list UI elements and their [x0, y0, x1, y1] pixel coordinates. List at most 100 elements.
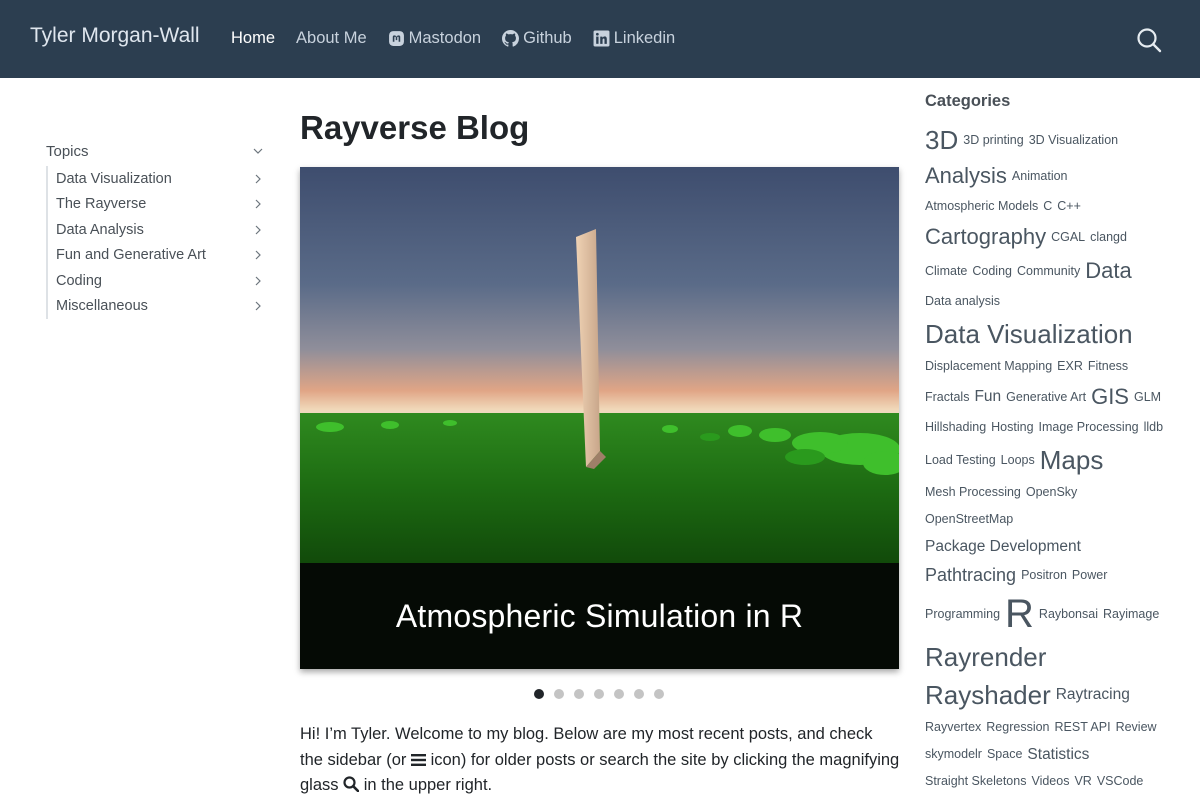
nav-link-linkedin[interactable]: Linkedin	[593, 29, 675, 48]
main-content: Rayverse Blog Atmospheric Simulation in …	[300, 80, 900, 794]
carousel-indicator-6[interactable]	[634, 689, 644, 699]
category-tag-package-development[interactable]: Package Development	[925, 539, 1081, 555]
category-tag-image-processing[interactable]: Image Processing	[1039, 421, 1139, 434]
category-tag-raybonsai[interactable]: Raybonsai	[1039, 608, 1098, 621]
category-tag-data-analysis[interactable]: Data analysis	[925, 295, 1000, 308]
carousel-indicator-7[interactable]	[654, 689, 664, 699]
category-tag-gis[interactable]: GIS	[1091, 386, 1129, 408]
sidebar-item-coding[interactable]: Coding	[56, 268, 264, 294]
category-tag-programming[interactable]: Programming	[925, 608, 1000, 621]
category-tag-c[interactable]: C	[1043, 200, 1052, 213]
category-tag-openstreetmap[interactable]: OpenStreetMap	[925, 513, 1013, 526]
category-tag-fractals[interactable]: Fractals	[925, 391, 969, 404]
carousel-indicator-3[interactable]	[574, 689, 584, 699]
category-tag-power[interactable]: Power	[1072, 569, 1107, 582]
category-tag-raytracing[interactable]: Raytracing	[1056, 687, 1130, 703]
category-tag-community[interactable]: Community	[1017, 265, 1080, 278]
category-tag-fun[interactable]: Fun	[974, 389, 1001, 405]
sidebar-item-data-analysis[interactable]: Data Analysis	[56, 217, 264, 243]
carousel-slide-image[interactable]	[300, 167, 899, 563]
category-tag-statistics[interactable]: Statistics	[1027, 747, 1089, 763]
sidebar-item-label: Miscellaneous	[56, 298, 148, 315]
sidebar-item-data-visualization[interactable]: Data Visualization	[56, 166, 264, 192]
category-tag-animation[interactable]: Animation	[1012, 170, 1068, 183]
category-tag-rayrender[interactable]: Rayrender	[925, 644, 1046, 670]
category-tag-lldb[interactable]: lldb	[1144, 421, 1163, 434]
category-tag-3d[interactable]: 3D	[925, 127, 958, 153]
category-tag-vr[interactable]: VR	[1074, 775, 1091, 788]
category-tag-vscode[interactable]: VSCode	[1097, 775, 1144, 788]
category-line: Load Testing Loops Maps	[925, 441, 1180, 479]
category-tag-pathtracing[interactable]: Pathtracing	[925, 566, 1016, 584]
featured-carousel[interactable]: Atmospheric Simulation in R	[300, 167, 899, 669]
category-tag-fitness[interactable]: Fitness	[1088, 360, 1128, 373]
category-tag-videos[interactable]: Videos	[1031, 775, 1069, 788]
category-tag-c-[interactable]: C++	[1057, 200, 1081, 213]
category-tag-maps[interactable]: Maps	[1040, 447, 1104, 473]
category-tag-r[interactable]: R	[1005, 594, 1034, 634]
sidebar-item-miscellaneous[interactable]: Miscellaneous	[56, 294, 264, 320]
intro-paragraph: Hi! I’m Tyler. Welcome to my blog. Below…	[300, 722, 900, 799]
category-tag-exr[interactable]: EXR	[1057, 360, 1083, 373]
category-tag-rayvertex[interactable]: Rayvertex	[925, 721, 981, 734]
category-line: Package Development	[925, 533, 1180, 560]
category-tag-opensky[interactable]: OpenSky	[1026, 486, 1077, 499]
sidebar-item-fun-and-generative-art[interactable]: Fun and Generative Art	[56, 243, 264, 269]
category-tag-load-testing[interactable]: Load Testing	[925, 454, 996, 467]
topics-toggle[interactable]: Topics	[46, 140, 264, 162]
category-line: Cartography CGAL clangd	[925, 220, 1180, 254]
topics-label: Topics	[46, 142, 89, 160]
nav-link-github[interactable]: Github	[502, 29, 572, 48]
search-icon[interactable]	[1136, 27, 1162, 53]
category-tag-regression[interactable]: Regression	[986, 721, 1049, 734]
chevron-right-icon	[255, 276, 261, 286]
carousel-indicators	[534, 689, 674, 699]
category-line: Displacement Mapping EXR Fitness	[925, 353, 1180, 380]
category-tag-review[interactable]: Review	[1116, 721, 1157, 734]
category-tag-atmospheric-models[interactable]: Atmospheric Models	[925, 200, 1038, 213]
category-tag-glm[interactable]: GLM	[1134, 391, 1161, 404]
category-tag-3d-printing[interactable]: 3D printing	[963, 134, 1023, 147]
carousel-indicator-1[interactable]	[534, 689, 544, 699]
nav-links: Home About Me Mastodon Github Linkedin	[231, 29, 696, 48]
carousel-indicator-5[interactable]	[614, 689, 624, 699]
category-tag-coding[interactable]: Coding	[972, 265, 1012, 278]
category-tag-analysis[interactable]: Analysis	[925, 165, 1007, 187]
category-tag-data-visualization[interactable]: Data Visualization	[925, 321, 1133, 347]
nav-link-home[interactable]: Home	[231, 29, 275, 48]
category-tag-mesh-processing[interactable]: Mesh Processing	[925, 486, 1021, 499]
carousel-indicator-4[interactable]	[594, 689, 604, 699]
category-line: Mesh Processing OpenSky	[925, 479, 1180, 506]
category-line: Data analysis	[925, 288, 1180, 315]
category-tag-cartography[interactable]: Cartography	[925, 226, 1046, 248]
category-tag-positron[interactable]: Positron	[1021, 569, 1067, 582]
category-tag-climate[interactable]: Climate	[925, 265, 967, 278]
category-tag-generative-art[interactable]: Generative Art	[1006, 391, 1086, 404]
category-line: Climate Coding Community Data	[925, 254, 1180, 288]
category-tag-straight-skeletons[interactable]: Straight Skeletons	[925, 775, 1026, 788]
category-tag-loops[interactable]: Loops	[1001, 454, 1035, 467]
intro-text: in the upper right.	[359, 776, 493, 794]
site-brand[interactable]: Tyler Morgan-Wall	[30, 24, 200, 48]
category-tag-displacement-mapping[interactable]: Displacement Mapping	[925, 360, 1052, 373]
carousel-indicator-2[interactable]	[554, 689, 564, 699]
category-tag-rayimage[interactable]: Rayimage	[1103, 608, 1159, 621]
category-tag-3d-visualization[interactable]: 3D Visualization	[1029, 134, 1118, 147]
category-tag-clangd[interactable]: clangd	[1090, 231, 1127, 244]
nav-link-mastodon[interactable]: Mastodon	[388, 29, 481, 48]
category-tag-hillshading[interactable]: Hillshading	[925, 421, 986, 434]
carousel-caption[interactable]: Atmospheric Simulation in R	[300, 563, 899, 669]
sidebar-item-the-rayverse[interactable]: The Rayverse	[56, 192, 264, 218]
category-tag-cgal[interactable]: CGAL	[1051, 231, 1085, 244]
magnifying-glass-icon	[343, 776, 360, 793]
category-line: Rayshader Raytracing	[925, 676, 1180, 714]
category-tag-data[interactable]: Data	[1085, 260, 1131, 282]
category-line: Pathtracing Positron Power	[925, 560, 1180, 590]
nav-link-label: Github	[523, 29, 572, 47]
category-tag-rest-api[interactable]: REST API	[1055, 721, 1111, 734]
category-tag-rayshader[interactable]: Rayshader	[925, 682, 1051, 708]
category-tag-skymodelr[interactable]: skymodelr	[925, 748, 982, 761]
category-tag-hosting[interactable]: Hosting	[991, 421, 1033, 434]
nav-link-about-me[interactable]: About Me	[296, 29, 367, 48]
category-tag-space[interactable]: Space	[987, 748, 1022, 761]
